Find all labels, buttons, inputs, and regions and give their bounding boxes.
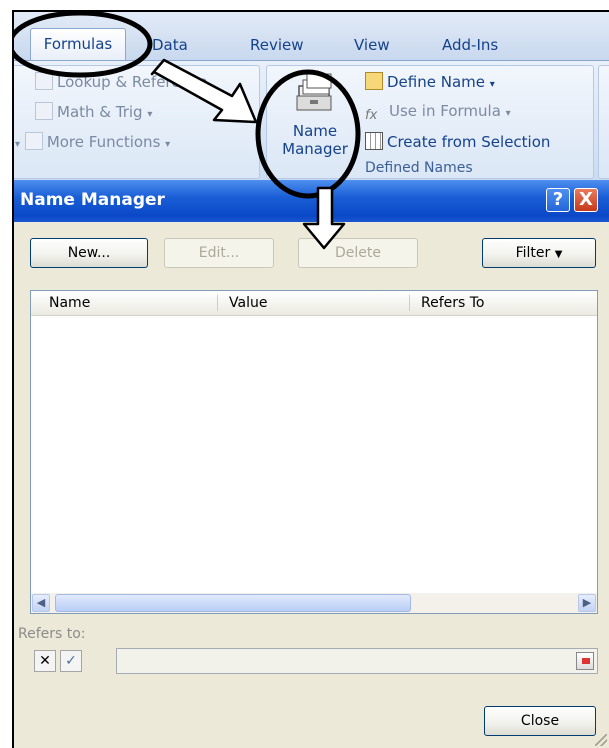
annotation-overlay (14, 12, 361, 250)
annotation-circle-formulas-tab (14, 12, 153, 78)
annotation-arrow-right (150, 58, 258, 124)
screenshot-frame: Formulas Data Review View Add-Ins Lookup… (12, 10, 609, 748)
annotation-circle-name-manager (255, 69, 361, 199)
